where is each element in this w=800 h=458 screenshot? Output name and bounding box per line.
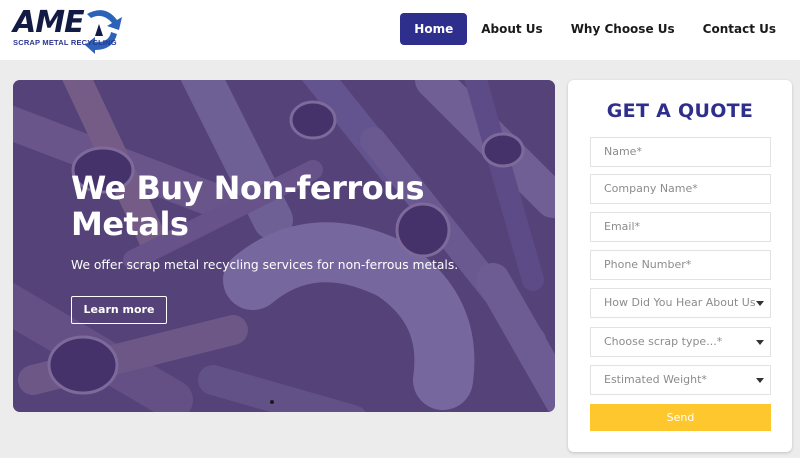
chevron-down-icon — [756, 301, 764, 306]
quote-form: GET A QUOTE Name* Company Name* Email* P… — [568, 80, 792, 452]
main-nav: Home About Us Why Choose Us Contact Us — [400, 13, 790, 45]
company-name-field[interactable]: Company Name* — [590, 174, 771, 204]
site-logo[interactable]: AME SCRAP METAL RECYCLING — [13, 6, 123, 54]
email-field-placeholder: Email* — [604, 220, 641, 233]
nav-why-choose-us[interactable]: Why Choose Us — [557, 13, 689, 45]
hero-title: We Buy Non-ferrous Metals — [71, 169, 425, 243]
site-header: AME SCRAP METAL RECYCLING Home About Us … — [0, 0, 800, 60]
slider-dot[interactable] — [270, 400, 274, 404]
nav-home[interactable]: Home — [400, 13, 468, 45]
phone-number-field[interactable]: Phone Number* — [590, 250, 771, 280]
send-button[interactable]: Send — [590, 404, 771, 431]
logo-wordmark: AME — [13, 5, 85, 40]
referral-source-select-value: How Did You Hear About Us — [604, 296, 756, 309]
phone-number-field-placeholder: Phone Number* — [604, 258, 692, 271]
email-field[interactable]: Email* — [590, 212, 771, 242]
quote-form-title: GET A QUOTE — [606, 100, 754, 122]
scrap-type-select[interactable]: Choose scrap type...* — [590, 327, 771, 357]
name-field[interactable]: Name* — [590, 137, 771, 167]
estimated-weight-select-value: Estimated Weight* — [604, 373, 707, 386]
referral-source-select[interactable]: How Did You Hear About Us — [590, 288, 771, 318]
learn-more-button[interactable]: Learn more — [71, 296, 167, 324]
company-name-field-placeholder: Company Name* — [604, 182, 698, 195]
chevron-down-icon — [756, 340, 764, 345]
nav-contact-us[interactable]: Contact Us — [689, 13, 790, 45]
estimated-weight-select[interactable]: Estimated Weight* — [590, 365, 771, 395]
logo-subtitle: SCRAP METAL RECYCLING — [13, 38, 117, 47]
nav-about-us[interactable]: About Us — [467, 13, 556, 45]
hero-overlay — [13, 80, 555, 412]
hero-description: We offer scrap metal recycling services … — [71, 258, 459, 272]
name-field-placeholder: Name* — [604, 145, 642, 158]
scrap-type-select-value: Choose scrap type...* — [604, 335, 723, 348]
chevron-down-icon — [756, 378, 764, 383]
hero-slider: We Buy Non-ferrous Metals We offer scrap… — [13, 80, 555, 412]
